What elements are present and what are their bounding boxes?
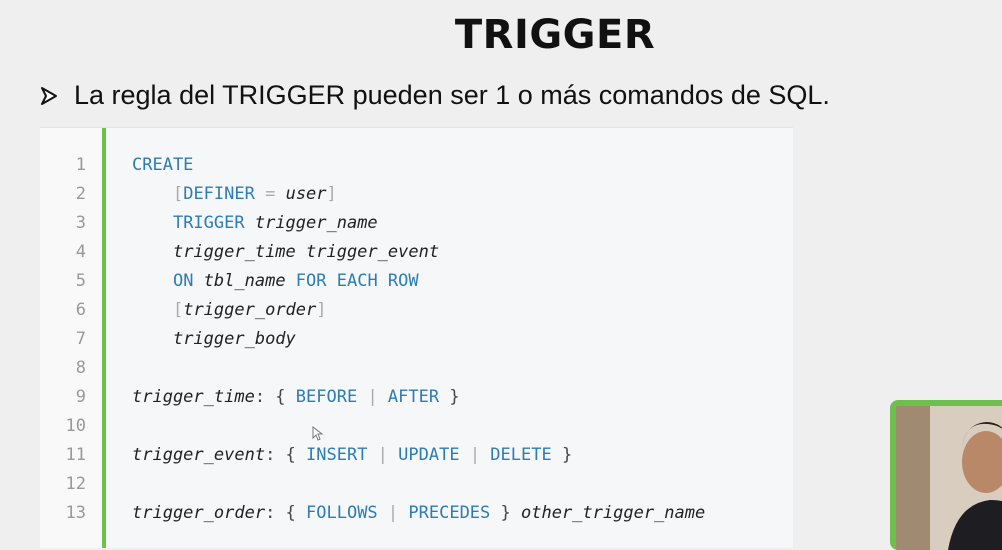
code-line: 9 trigger_time: { BEFORE | AFTER } [40,383,793,412]
code-line: 7 trigger_body [40,325,793,354]
arrow-bullet-icon [41,86,57,105]
code-text: trigger_event: { INSERT | UPDATE | DELET… [132,441,572,470]
code-token: ON [172,271,204,291]
code-line: 3 TRIGGER trigger_name [40,209,793,238]
code-token: ] [326,184,337,204]
code-token: | [367,445,399,465]
code-text: trigger_body [132,325,296,354]
code-line: 12 [40,470,793,499]
code-line: 8 [40,354,793,383]
code-token: trigger_order [183,300,317,320]
code-token: = [254,184,286,204]
line-number: 6 [75,300,86,320]
code-token: user [285,184,327,204]
code-text: [DEFINER = user] [132,180,337,209]
code-line: 13 trigger_order: { FOLLOWS | PRECEDES } … [40,499,793,528]
line-number: 7 [75,329,86,349]
code-token: | [459,445,491,465]
code-line: 6 [trigger_order] [40,296,793,325]
code-text: trigger_order: { FOLLOWS | PRECEDES } ot… [132,499,705,528]
code-line: 10 [40,412,793,441]
code-token: } [490,503,521,523]
code-token: CREATE [132,155,194,175]
code-token: trigger_event [132,445,266,465]
code-token: ] [316,300,327,320]
line-number: 13 [65,503,86,523]
webcam-overlay [890,400,1002,550]
line-number: 9 [75,387,86,407]
code-token: : { [265,503,307,523]
code-token: DEFINER [183,184,255,204]
code-text: [trigger_order] [132,296,327,325]
code-token: : { [254,387,296,407]
code-token: INSERT [306,445,368,465]
code-text: CREATE [132,151,193,180]
code-token: } [439,387,460,407]
code-text: trigger_time: { BEFORE | AFTER } [132,383,460,412]
line-number: 3 [75,213,86,233]
code-token: tbl_name [203,271,286,291]
code-token: : { [265,445,307,465]
code-token: AFTER [387,387,440,407]
code-token: trigger_time trigger_event [172,242,440,262]
code-token: } [551,445,573,465]
code-token: FOLLOWS [306,503,378,523]
code-token: FOR EACH ROW [285,271,419,291]
code-line: 1 CREATE [40,151,793,180]
mouse-pointer-icon [312,426,324,441]
code-token: | [357,387,388,407]
line-number: 4 [75,242,86,262]
code-token: PRECEDES [408,503,491,523]
presenter-video [896,406,1002,550]
line-number: 10 [65,416,86,436]
code-token: trigger_time [132,387,255,407]
code-block: 1 CREATE 2 [DEFINER = user] 3 TRIGGER trigg… [40,127,793,548]
bullet-point: La regla del TRIGGER pueden ser 1 o más … [38,80,830,111]
code-text: trigger_time trigger_event [132,238,439,267]
code-line: 4 trigger_time trigger_event [40,238,793,267]
code-line: 5 ON tbl_name FOR EACH ROW [40,267,793,296]
slide-title: TRIGGER [454,12,656,58]
line-number: 11 [65,445,86,465]
line-number: 2 [75,184,86,204]
code-token: trigger_name [254,213,378,233]
code-token: [ [172,300,184,320]
bullet-text: La regla del TRIGGER pueden ser 1 o más … [74,80,830,110]
code-token: UPDATE [398,445,460,465]
line-number: 12 [65,474,86,494]
code-text: ON tbl_name FOR EACH ROW [132,267,419,296]
code-token: trigger_body [172,329,296,349]
line-number: 5 [75,271,86,291]
code-token: TRIGGER [172,213,255,233]
line-number: 1 [75,155,86,175]
code-token: trigger_order [132,503,266,523]
code-text: TRIGGER trigger_name [132,209,378,238]
code-token: | [377,503,409,523]
code-token: other_trigger_name [521,503,706,523]
line-number: 8 [75,358,86,378]
code-token: BEFORE [295,387,358,407]
code-line: 11 trigger_event: { INSERT | UPDATE | DEL… [40,441,793,470]
code-token: DELETE [490,445,552,465]
code-line: 2 [DEFINER = user] [40,180,793,209]
code-token: [ [172,184,184,204]
